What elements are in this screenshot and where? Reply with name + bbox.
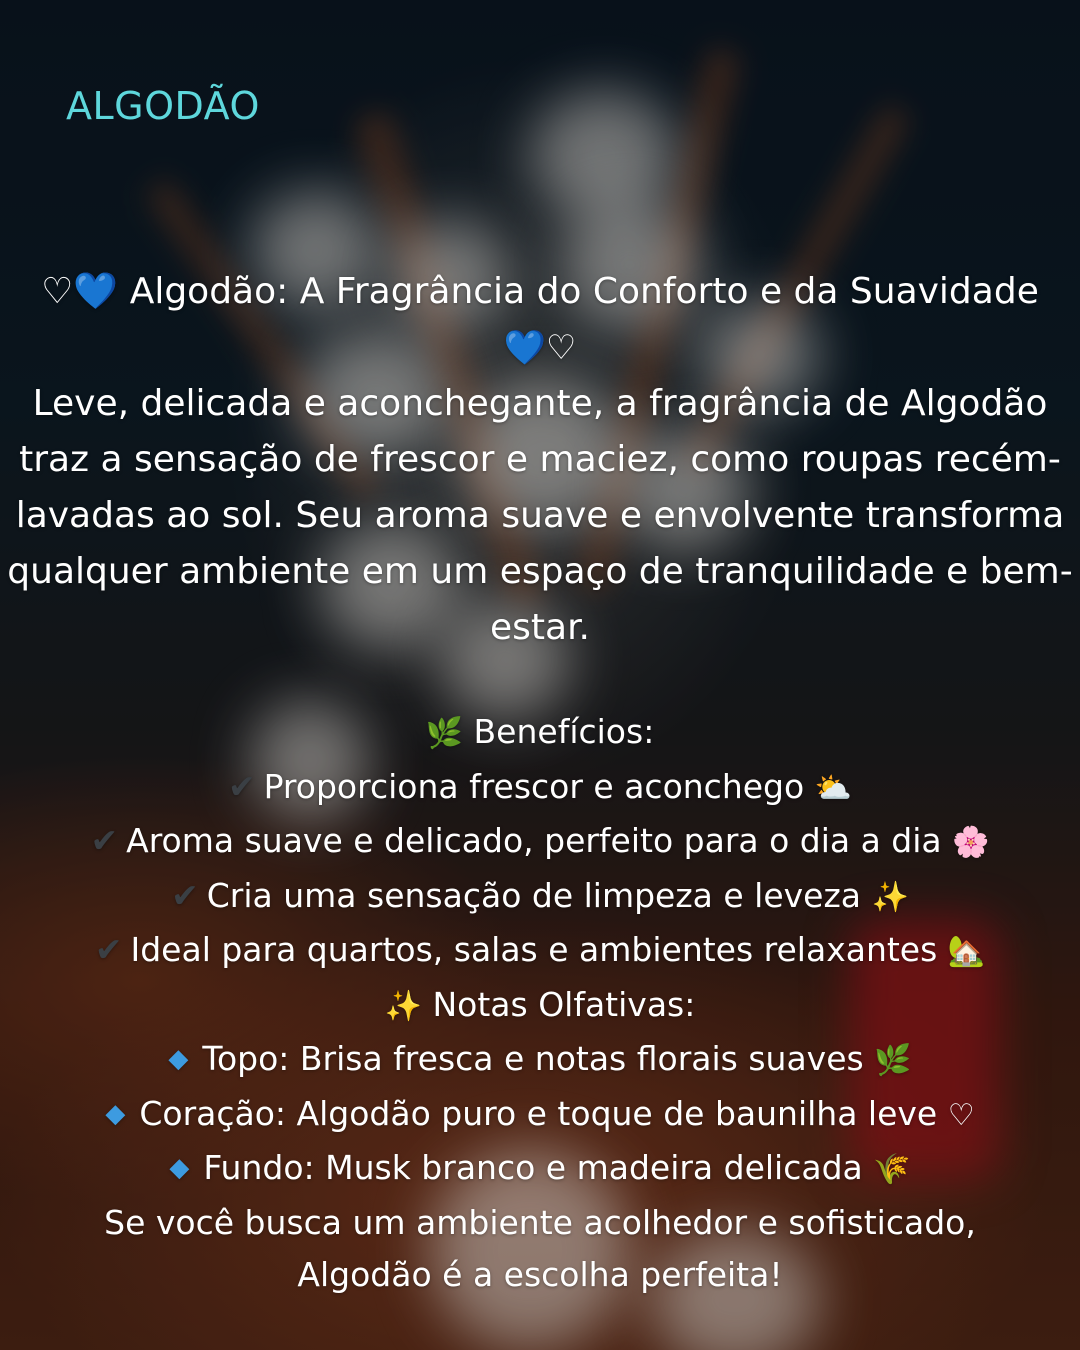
description-paragraph: Leve, delicada e aconchegante, a fragrân… xyxy=(7,383,1073,648)
herb-icon: 🌿 xyxy=(425,716,464,751)
closing-line-2: Algodão é a escolha perfeita! xyxy=(297,1255,783,1294)
notes-section: ✨ Notas Olfativas: ◆ Topo: Brisa fresca e… xyxy=(0,979,1080,1302)
check-icon: ✔ xyxy=(94,930,123,969)
check-icon: ✔ xyxy=(227,766,256,806)
flower-icon: 🌸 xyxy=(952,825,990,860)
sparkles-icon: ✨ xyxy=(384,988,422,1024)
notes-heading: ✨ Notas Olfativas: xyxy=(384,984,696,1024)
check-icon: ✔ xyxy=(90,821,119,860)
cloud-icon: ♡ xyxy=(947,1097,975,1133)
herb-icon: 🌿 xyxy=(874,1043,912,1078)
diamond-icon: ◆ xyxy=(168,1044,189,1074)
benefit-item: ✔ Cria uma sensação de limpeza e leveza ✨ xyxy=(171,875,909,915)
note-item: ◆ Fundo: Musk branco e madeira delicada 🌾 xyxy=(169,1148,911,1187)
house-icon: 🏡 xyxy=(947,934,986,969)
note-item: ◆ Coração: Algodão puro e toque de baunil… xyxy=(105,1093,975,1133)
heart-cloud-icons: 💙♡ xyxy=(503,328,577,368)
title-text: Algodão: A Fragrância do Conforto e da S… xyxy=(129,271,1039,312)
benefit-item: ✔ Proporciona frescor e aconchego ⛅ xyxy=(227,766,853,806)
check-icon: ✔ xyxy=(171,875,199,915)
note-item: ◆ Topo: Brisa fresca e notas florais suav… xyxy=(168,1039,912,1078)
brand-title: ALGODÃO xyxy=(66,84,260,128)
fragrance-title: ♡💙 Algodão: A Fragrância do Conforto e d… xyxy=(0,264,1080,320)
cloud-heart-icons: ♡💙 xyxy=(41,271,119,312)
wheat-icon: 🌾 xyxy=(873,1152,911,1187)
diamond-icon: ◆ xyxy=(169,1153,190,1183)
sparkles-icon: ✨ xyxy=(871,879,909,915)
benefit-item: ✔ Ideal para quartos, salas e ambientes r… xyxy=(94,930,986,969)
benefit-item: ✔ Aroma suave e delicado, perfeito para o… xyxy=(90,821,990,860)
benefits-heading: 🌿 Benefícios: xyxy=(425,712,655,751)
sun-cloud-icon: ⛅ xyxy=(814,770,853,806)
benefits-section: 🌿 Benefícios: ✔ Proporciona frescor e aco… xyxy=(0,706,1080,979)
diamond-icon: ◆ xyxy=(105,1098,126,1129)
closing-line-1: Se você busca um ambiente acolhedor e so… xyxy=(104,1202,976,1242)
product-description-block: ♡💙 Algodão: A Fragrância do Conforto e d… xyxy=(0,264,1080,1302)
